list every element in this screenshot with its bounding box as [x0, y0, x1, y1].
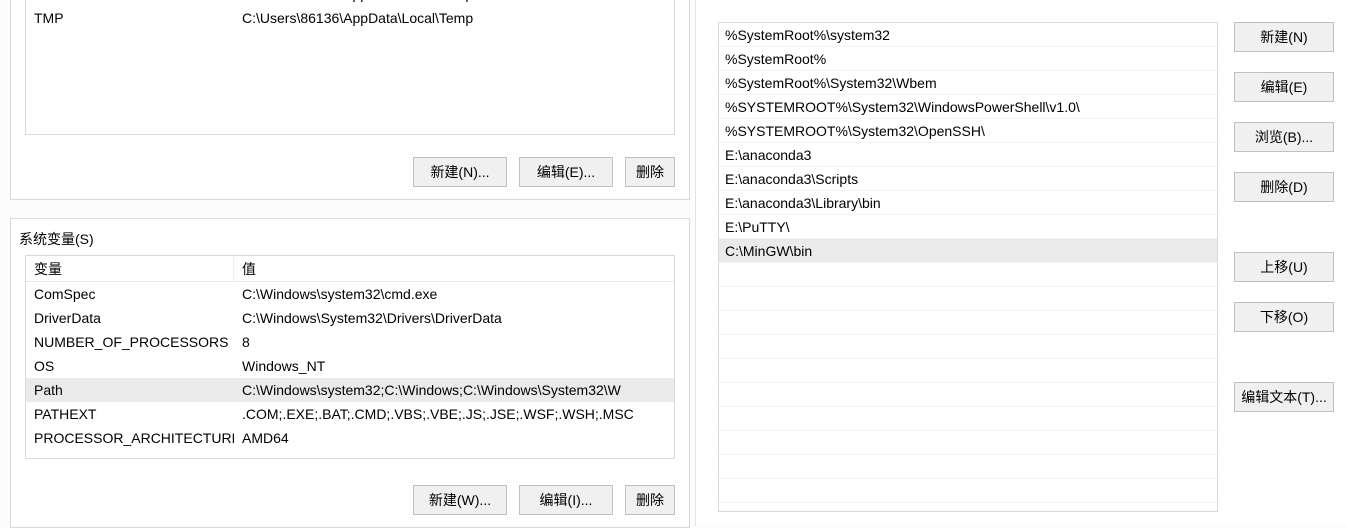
- list-item-empty[interactable]: [719, 407, 1217, 431]
- list-item-empty[interactable]: [719, 431, 1217, 455]
- table-row[interactable]: PROCESSOR_ARCHITECTUREAMD64: [26, 426, 674, 450]
- path-edittext-button[interactable]: 编辑文本(T)...: [1234, 382, 1334, 412]
- list-item[interactable]: %SYSTEMROOT%\System32\OpenSSH\: [719, 119, 1217, 143]
- table-row[interactable]: PATHEXT.COM;.EXE;.BAT;.CMD;.VBS;.VBE;.JS…: [26, 402, 674, 426]
- env-vars-window: 变量 值 TEMPC:\Users\86136\AppData\Local\Te…: [0, 0, 695, 526]
- var-name: OS: [26, 354, 234, 378]
- table-row[interactable]: TMPC:\Users\86136\AppData\Local\Temp: [26, 6, 674, 30]
- list-item[interactable]: E:\anaconda3: [719, 143, 1217, 167]
- user-new-button[interactable]: 新建(N)...: [413, 157, 507, 187]
- list-item-empty[interactable]: [719, 359, 1217, 383]
- system-vars-list[interactable]: 变量 值 ComSpecC:\Windows\system32\cmd.exeD…: [25, 255, 675, 459]
- user-vars-list[interactable]: 变量 值 TEMPC:\Users\86136\AppData\Local\Te…: [25, 0, 675, 135]
- path-movedown-button[interactable]: 下移(O): [1234, 302, 1334, 332]
- var-value: C:\Users\86136\AppData\Local\Temp: [234, 6, 674, 30]
- var-name: Path: [26, 378, 234, 402]
- user-delete-button[interactable]: 删除: [625, 157, 675, 187]
- table-row[interactable]: NUMBER_OF_PROCESSORS8: [26, 330, 674, 354]
- col-header-name[interactable]: 变量: [26, 256, 234, 281]
- list-item[interactable]: %SystemRoot%\System32\Wbem: [719, 71, 1217, 95]
- var-value: AMD64: [234, 426, 674, 450]
- var-value: .COM;.EXE;.BAT;.CMD;.VBS;.VBE;.JS;.JSE;.…: [234, 402, 674, 426]
- user-vars-buttons: 新建(N)... 编辑(E)... 删除: [413, 157, 675, 187]
- list-item[interactable]: %SystemRoot%\system32: [719, 23, 1217, 47]
- table-row[interactable]: DriverDataC:\Windows\System32\Drivers\Dr…: [26, 306, 674, 330]
- system-vars-panel: 系统变量(S) 变量 值 ComSpecC:\Windows\system32\…: [10, 218, 690, 528]
- list-item-empty[interactable]: [719, 311, 1217, 335]
- var-name: DriverData: [26, 306, 234, 330]
- list-item-empty[interactable]: [719, 455, 1217, 479]
- user-edit-button[interactable]: 编辑(E)...: [519, 157, 613, 187]
- edit-path-dialog: %SystemRoot%\system32%SystemRoot%%System…: [695, 0, 1346, 526]
- sys-delete-button[interactable]: 删除: [625, 485, 675, 515]
- list-item[interactable]: E:\anaconda3\Scripts: [719, 167, 1217, 191]
- sys-edit-button[interactable]: 编辑(I)...: [519, 485, 613, 515]
- system-vars-label: 系统变量(S): [19, 229, 94, 249]
- list-item[interactable]: %SystemRoot%: [719, 47, 1217, 71]
- path-edit-button[interactable]: 编辑(E): [1234, 72, 1334, 102]
- sys-new-button[interactable]: 新建(W)...: [413, 485, 507, 515]
- var-name: ComSpec: [26, 282, 234, 306]
- path-new-button[interactable]: 新建(N): [1234, 22, 1334, 52]
- list-item-empty[interactable]: [719, 479, 1217, 503]
- var-name: TMP: [26, 6, 234, 30]
- table-row[interactable]: ComSpecC:\Windows\system32\cmd.exe: [26, 282, 674, 306]
- table-row[interactable]: OSWindows_NT: [26, 354, 674, 378]
- col-header-value[interactable]: 值: [234, 256, 674, 281]
- user-vars-panel: 变量 值 TEMPC:\Users\86136\AppData\Local\Te…: [10, 0, 690, 200]
- system-vars-header: 变量 值: [26, 256, 674, 282]
- path-moveup-button[interactable]: 上移(U): [1234, 252, 1334, 282]
- path-delete-button[interactable]: 删除(D): [1234, 172, 1334, 202]
- var-value: Windows_NT: [234, 354, 674, 378]
- var-name: PATHEXT: [26, 402, 234, 426]
- var-value: 8: [234, 330, 674, 354]
- var-name: PROCESSOR_ARCHITECTURE: [26, 426, 234, 450]
- list-item-empty[interactable]: [719, 263, 1217, 287]
- path-edit-buttons: 新建(N) 编辑(E) 浏览(B)... 删除(D) 上移(U) 下移(O) 编…: [1234, 22, 1334, 432]
- list-item-empty[interactable]: [719, 335, 1217, 359]
- var-value: C:\Windows\system32;C:\Windows;C:\Window…: [234, 378, 674, 402]
- table-row[interactable]: PathC:\Windows\system32;C:\Windows;C:\Wi…: [26, 378, 674, 402]
- var-name: NUMBER_OF_PROCESSORS: [26, 330, 234, 354]
- system-vars-buttons: 新建(W)... 编辑(I)... 删除: [413, 485, 675, 515]
- path-browse-button[interactable]: 浏览(B)...: [1234, 122, 1334, 152]
- var-value: C:\Windows\system32\cmd.exe: [234, 282, 674, 306]
- list-item-empty[interactable]: [719, 383, 1217, 407]
- var-value: C:\Windows\System32\Drivers\DriverData: [234, 306, 674, 330]
- list-item[interactable]: E:\anaconda3\Library\bin: [719, 191, 1217, 215]
- list-item-empty[interactable]: [719, 287, 1217, 311]
- path-entries-list[interactable]: %SystemRoot%\system32%SystemRoot%%System…: [718, 22, 1218, 512]
- list-item[interactable]: E:\PuTTY\: [719, 215, 1217, 239]
- list-item[interactable]: %SYSTEMROOT%\System32\WindowsPowerShell\…: [719, 95, 1217, 119]
- list-item[interactable]: C:\MinGW\bin: [719, 239, 1217, 263]
